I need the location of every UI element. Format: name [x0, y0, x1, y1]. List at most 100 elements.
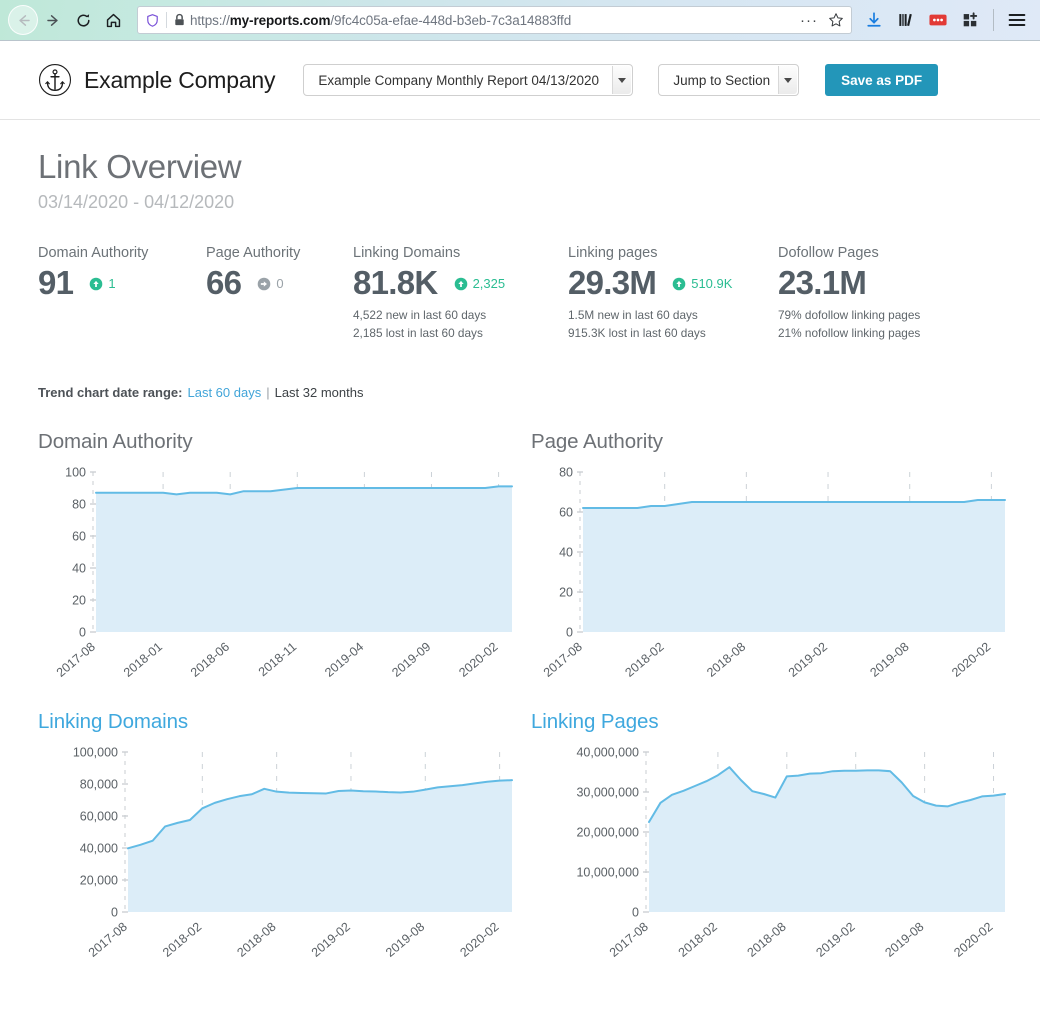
chart-area-fill: [128, 780, 512, 912]
x-axis-tick-label: 2019-02: [309, 919, 353, 959]
metric-value-row: 911: [38, 264, 206, 302]
page-date-range: 03/14/2020 - 04/12/2020: [38, 192, 1002, 213]
y-axis-tick-label: 30,000,000: [576, 785, 639, 799]
metric-card: Dofollow Pages23.1M79% dofollow linking …: [778, 245, 920, 343]
metric-delta-value: 1: [108, 276, 115, 291]
chart-block: Linking Pages010,000,00020,000,00030,000…: [531, 710, 1011, 990]
back-button[interactable]: [8, 5, 38, 35]
hamburger-menu-icon: [1007, 11, 1027, 29]
metric-subtext-line: 4,522 new in last 60 days: [353, 307, 568, 325]
x-axis-tick-label: 2018-02: [676, 919, 720, 959]
metrics-summary: Domain Authority911Page Authority660Link…: [38, 245, 1002, 343]
metric-card: Linking Domains81.8K2,3254,522 new in la…: [353, 245, 568, 343]
x-axis-tick-label: 2017-08: [541, 639, 585, 679]
x-axis-tick-label: 2020-02: [457, 919, 501, 959]
chart-area-fill: [96, 486, 512, 632]
adblock-icon: [928, 11, 948, 29]
metric-delta: 1: [89, 276, 115, 291]
anchor-logo-icon: [38, 63, 72, 97]
metric-subtext-line: 1.5M new in last 60 days: [568, 307, 778, 325]
y-axis-tick-label: 100: [65, 465, 86, 479]
bookmark-star-button[interactable]: [823, 12, 844, 28]
page-actions-button[interactable]: ···: [795, 12, 823, 29]
metric-subtext-line: 915.3K lost in last 60 days: [568, 325, 778, 343]
browser-toolbar: https://my-reports.com/9fc4c05a-efae-448…: [0, 0, 1040, 41]
x-axis-tick-label: 2018-06: [188, 639, 232, 679]
metric-value: 29.3M: [568, 264, 656, 302]
chevron-down-icon[interactable]: [612, 66, 631, 94]
x-axis-tick-label: 2017-08: [86, 919, 130, 959]
report-select[interactable]: Example Company Monthly Report 04/13/202…: [303, 64, 633, 96]
metric-subtext-line: 21% nofollow linking pages: [778, 325, 920, 343]
toolbar-divider: [993, 9, 994, 31]
x-axis-tick-label: 2019-02: [786, 639, 830, 679]
chevron-down-icon[interactable]: [778, 66, 797, 94]
metric-label: Linking pages: [568, 245, 778, 261]
downloads-button[interactable]: [859, 5, 889, 35]
trend-range-label: Trend chart date range:: [38, 385, 182, 400]
metric-card: Domain Authority 911: [38, 245, 206, 302]
y-axis-tick-label: 60: [72, 529, 86, 543]
back-arrow-icon: [15, 12, 32, 29]
charts-grid: Domain Authority0204060801002017-082018-…: [38, 430, 1002, 990]
home-button[interactable]: [98, 5, 128, 35]
y-axis-tick-label: 0: [111, 905, 118, 919]
chart-title: Page Authority: [531, 430, 1011, 454]
save-as-pdf-button[interactable]: Save as PDF: [825, 64, 938, 96]
metric-subtext-line: 79% dofollow linking pages: [778, 307, 920, 325]
chart-block: Domain Authority0204060801002017-082018-…: [38, 430, 531, 710]
y-axis-tick-label: 60: [559, 505, 573, 519]
url-bar[interactable]: https://my-reports.com/9fc4c05a-efae-448…: [137, 6, 852, 34]
y-axis-tick-label: 10,000,000: [576, 865, 639, 879]
chart-canvas: 020,00040,00060,00080,000100,0002017-082…: [38, 740, 518, 990]
metric-card: Page Authority660: [206, 245, 353, 302]
metric-value-row: 660: [206, 264, 353, 302]
x-axis-tick-label: 2018-02: [622, 639, 666, 679]
y-axis-tick-label: 60,000: [80, 809, 118, 823]
y-axis-tick-label: 0: [632, 905, 639, 919]
reload-button[interactable]: [68, 5, 98, 35]
y-axis-tick-label: 40,000,000: [576, 745, 639, 759]
metric-delta: 510.9K: [672, 276, 732, 291]
jump-to-section-select[interactable]: Jump to Section: [658, 64, 799, 96]
chart-area-fill: [649, 767, 1005, 912]
star-icon: [828, 12, 844, 28]
metric-subtext: 4,522 new in last 60 days2,185 lost in l…: [353, 307, 568, 343]
library-button[interactable]: [891, 5, 921, 35]
extensions-button[interactable]: [955, 5, 985, 35]
x-axis-tick-label: 2017-08: [54, 639, 98, 679]
page-content: Link Overview 03/14/2020 - 04/12/2020 Do…: [0, 120, 1040, 990]
arrow-right-circle-icon: [257, 277, 271, 291]
chart-title[interactable]: Linking Domains: [38, 710, 531, 734]
metric-delta-value: 510.9K: [691, 276, 732, 291]
chart-title[interactable]: Linking Pages: [531, 710, 1011, 734]
extensions-grid-icon: [961, 11, 979, 29]
adblock-button[interactable]: [923, 5, 953, 35]
x-axis-tick-label: 2017-08: [607, 919, 651, 959]
trend-range-last-60-days[interactable]: Last 60 days: [187, 385, 261, 400]
y-axis-tick-label: 80,000: [80, 777, 118, 791]
y-axis-tick-label: 0: [79, 625, 86, 639]
metric-card: Linking pages 29.3M 510.9K 1.5M new in last…: [568, 245, 778, 343]
trend-range-last-32-months[interactable]: Last 32 months: [275, 385, 364, 400]
x-axis-tick-label: 2018-08: [745, 919, 789, 959]
x-axis-tick-label: 2019-09: [389, 639, 433, 679]
x-axis-tick-label: 2019-08: [383, 919, 427, 959]
shield-icon[interactable]: [145, 13, 160, 28]
forward-button[interactable]: [38, 5, 68, 35]
url-text[interactable]: https://my-reports.com/9fc4c05a-efae-448…: [190, 13, 795, 28]
app-menu-button[interactable]: [1002, 5, 1032, 35]
y-axis-tick-label: 40: [559, 545, 573, 559]
page-title: Link Overview: [38, 148, 1002, 186]
y-axis-tick-label: 40,000: [80, 841, 118, 855]
y-axis-tick-label: 0: [566, 625, 573, 639]
lock-icon[interactable]: [173, 13, 186, 27]
x-axis-tick-label: 2019-02: [813, 919, 857, 959]
metric-label: Domain Authority: [38, 245, 206, 261]
metric-subtext: 1.5M new in last 60 days915.3K lost in l…: [568, 307, 778, 343]
x-axis-tick-label: 2018-02: [160, 919, 204, 959]
metric-subtext-line: 2,185 lost in last 60 days: [353, 325, 568, 343]
brand-logo[interactable]: Example Company: [38, 63, 275, 97]
chart-title: Domain Authority: [38, 430, 531, 454]
y-axis-tick-label: 20,000: [80, 873, 118, 887]
